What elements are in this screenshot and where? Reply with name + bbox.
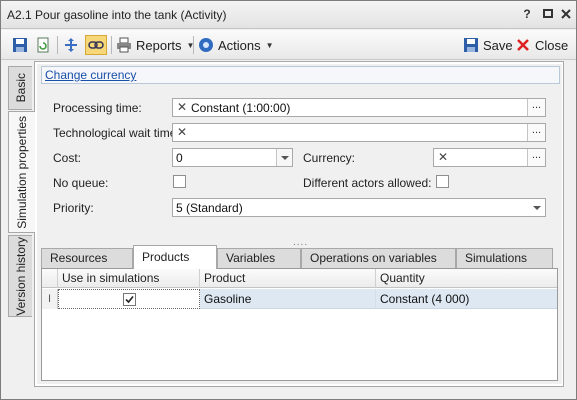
clear-icon[interactable]: ✕ (436, 150, 450, 165)
tech-wait-time-field[interactable]: ✕ ... (172, 123, 546, 142)
actions-label: Actions (218, 37, 261, 53)
clear-icon[interactable]: ✕ (175, 125, 189, 140)
side-tab-label: Basic (13, 73, 28, 103)
cost-dropdown-button[interactable] (276, 149, 292, 166)
priority-value: 5 (Standard) (176, 201, 243, 215)
no-queue-checkbox[interactable] (173, 175, 186, 188)
products-grid: Use in simulations Product Quantity I Ga… (41, 268, 558, 381)
side-tab-label: Version history (13, 236, 28, 316)
reports-menu[interactable]: Reports ▼ (116, 35, 194, 55)
side-tab-label: Simulation properties (15, 115, 29, 229)
tab-label: Variables (226, 251, 276, 265)
close-label: Close (535, 37, 569, 53)
toolbar-separator (193, 36, 194, 54)
window-title: A2.1 Pour gasoline into the tank (Activi… (7, 8, 227, 22)
processing-time-label: Processing time: (53, 101, 142, 115)
form-panel: Change currency Processing time: ✕ Const… (37, 64, 562, 384)
column-header-use-in-simulations[interactable]: Use in simulations (58, 269, 200, 288)
document-refresh-icon (37, 37, 49, 53)
side-tab-version-history[interactable]: Version history (8, 235, 32, 317)
side-tab-simulation-properties[interactable]: Simulation properties (8, 111, 35, 233)
ellipsis-button[interactable]: ... (527, 124, 545, 141)
restore-button[interactable] (540, 6, 556, 22)
row-cursor-icon: I (42, 289, 58, 309)
change-currency-bar: Change currency (41, 66, 560, 84)
bottom-tab-strip: Resources Products Variables Operations … (41, 245, 559, 269)
priority-select[interactable]: 5 (Standard) (172, 198, 546, 217)
tab-products[interactable]: Products (133, 245, 217, 269)
close-icon (561, 9, 571, 19)
ellipsis-button[interactable]: ... (527, 99, 545, 116)
expand-button[interactable] (63, 35, 79, 55)
tab-variables[interactable]: Variables (217, 248, 301, 268)
row-indicator-header (42, 269, 58, 288)
tab-label: Operations on variables (310, 251, 437, 265)
currency-field[interactable]: ✕ ... (433, 148, 546, 167)
cost-value: 0 (176, 151, 183, 165)
actions-gear-icon (199, 38, 213, 52)
red-x-icon (517, 39, 529, 51)
toolbar: Reports ▼ Actions ▼ Save Close (1, 30, 576, 60)
reports-label: Reports (136, 37, 182, 53)
toolbar-separator (57, 36, 58, 54)
save-icon-button[interactable] (12, 35, 28, 55)
column-header-quantity[interactable]: Quantity (376, 269, 557, 288)
save-label: Save (483, 37, 513, 53)
cost-field[interactable]: 0 (172, 148, 293, 167)
close-window-button[interactable] (558, 6, 574, 22)
help-button[interactable]: ? (519, 6, 535, 22)
grid-header: Use in simulations Product Quantity (42, 269, 557, 288)
toolbar-separator (111, 36, 112, 54)
product-cell[interactable]: Gasoline (200, 289, 376, 309)
close-button[interactable]: Close (515, 35, 568, 55)
title-bar: A2.1 Pour gasoline into the tank (Activi… (1, 1, 576, 29)
side-tab-strip: Basic Simulation properties Version hist… (8, 63, 35, 393)
floppy-disk-icon (13, 38, 27, 52)
dialog-window: A2.1 Pour gasoline into the tank (Activi… (0, 0, 577, 400)
tech-wait-time-label: Technological wait time: (53, 126, 180, 140)
expand-arrows-icon (65, 38, 77, 52)
floppy-disk-icon (464, 38, 478, 52)
change-currency-link[interactable]: Change currency (45, 68, 136, 82)
no-queue-label: No queue: (53, 176, 109, 190)
tab-label: Simulations (465, 251, 528, 265)
checkbox-checked-icon (123, 293, 136, 306)
use-in-simulations-cell[interactable] (58, 289, 200, 309)
simulation-properties-panel: Change currency Processing time: ✕ Const… (34, 61, 564, 387)
different-actors-checkbox[interactable] (436, 175, 449, 188)
currency-label: Currency: (303, 151, 356, 165)
tab-resources[interactable]: Resources (41, 248, 133, 268)
printer-icon (117, 37, 131, 53)
different-actors-label: Different actors allowed: (303, 176, 432, 190)
column-header-product[interactable]: Product (200, 269, 376, 288)
tab-operations-on-variables[interactable]: Operations on variables (301, 248, 456, 268)
tab-simulations[interactable]: Simulations (456, 248, 553, 268)
chevron-down-icon[interactable] (529, 199, 545, 216)
ellipsis-button[interactable]: ... (527, 149, 545, 166)
side-tab-basic[interactable]: Basic (8, 66, 32, 110)
table-row[interactable]: Gasoline Constant (4 000) (58, 289, 557, 309)
chevron-down-icon: ▼ (265, 40, 274, 50)
actions-menu[interactable]: Actions ▼ (198, 35, 274, 55)
tab-label: Products (142, 250, 190, 264)
tab-label: Resources (50, 251, 108, 265)
restore-icon (543, 9, 553, 18)
clear-icon[interactable]: ✕ (175, 100, 189, 115)
link-toggle-button[interactable] (85, 35, 107, 55)
chain-link-icon (88, 41, 104, 49)
quantity-cell[interactable]: Constant (4 000) (376, 289, 557, 309)
save-button[interactable]: Save (463, 35, 513, 55)
refresh-button[interactable] (35, 35, 51, 55)
processing-time-value: Constant (1:00:00) (191, 101, 291, 115)
cost-label: Cost: (53, 151, 82, 165)
processing-time-field[interactable]: ✕ Constant (1:00:00) ... (172, 98, 546, 117)
priority-label: Priority: (53, 201, 94, 215)
